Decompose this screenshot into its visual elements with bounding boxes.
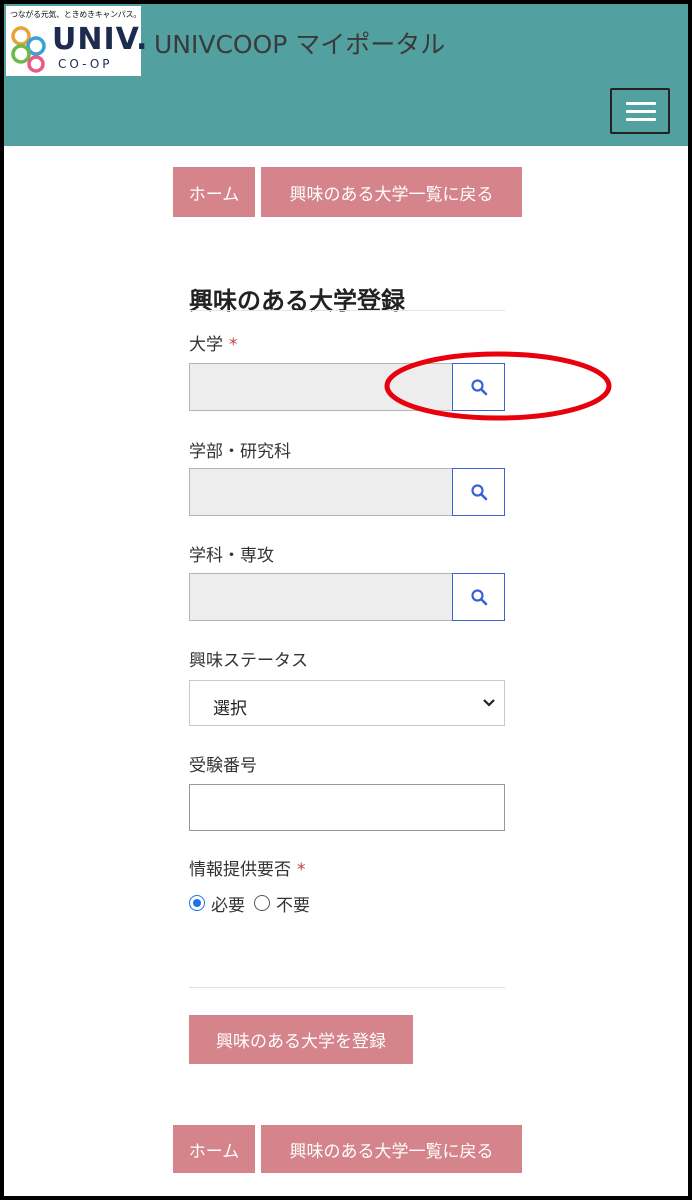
logo-coop-text: CO-OP — [58, 57, 113, 71]
univcoop-logo[interactable]: つながる元気、ときめきキャンパス。 UNIV. CO-OP — [6, 6, 147, 76]
hamburger-icon — [626, 118, 656, 121]
exam-number-input[interactable] — [189, 784, 505, 831]
site-title: UNIVCOOP マイポータル — [154, 30, 446, 59]
search-icon — [470, 484, 487, 501]
radio-not-needed-label[interactable]: 不要 — [276, 891, 310, 916]
hamburger-icon — [626, 102, 656, 105]
info-provision-radio-group: 必要 不要 — [189, 891, 319, 916]
logo-univ-text: UNIV. — [52, 22, 149, 57]
required-mark: * — [297, 860, 306, 880]
interest-status-select[interactable]: 選択 — [189, 680, 505, 726]
radio-needed[interactable] — [189, 895, 205, 911]
department-label: 学科・専攻 — [189, 546, 274, 566]
info-provision-label: 情報提供要否 * — [189, 860, 306, 880]
coop-circles-icon — [11, 26, 46, 73]
form-divider — [189, 987, 505, 988]
search-icon — [470, 589, 487, 606]
required-mark: * — [229, 335, 238, 355]
radio-needed-label[interactable]: 必要 — [211, 891, 245, 916]
logo-tagline: つながる元気、ときめきキャンパス。 — [10, 10, 141, 19]
highlight-ellipse — [384, 351, 612, 421]
chevron-down-icon — [483, 699, 495, 707]
title-divider — [189, 310, 505, 311]
department-input — [189, 573, 453, 621]
faculty-input — [189, 468, 453, 516]
university-label: 大学 * — [189, 335, 238, 355]
hamburger-icon — [626, 110, 656, 113]
faculty-label: 学部・研究科 — [189, 442, 291, 462]
interest-status-selected: 選択 — [213, 699, 247, 719]
home-button-bottom[interactable]: ホーム — [173, 1125, 255, 1173]
register-button[interactable]: 興味のある大学を登録 — [189, 1015, 413, 1064]
department-search-button[interactable] — [452, 573, 505, 621]
interest-status-label: 興味ステータス — [189, 651, 308, 671]
faculty-search-button[interactable] — [452, 468, 505, 516]
menu-toggle-button[interactable] — [610, 88, 670, 134]
home-button[interactable]: ホーム — [173, 167, 255, 217]
back-to-list-button[interactable]: 興味のある大学一覧に戻る — [261, 167, 522, 217]
back-to-list-button-bottom[interactable]: 興味のある大学一覧に戻る — [261, 1125, 522, 1173]
site-header: つながる元気、ときめきキャンパス。 UNIV. CO-OP UNIVCOOP マ… — [4, 4, 688, 146]
exam-number-label: 受験番号 — [189, 756, 257, 776]
radio-not-needed[interactable] — [254, 895, 270, 911]
